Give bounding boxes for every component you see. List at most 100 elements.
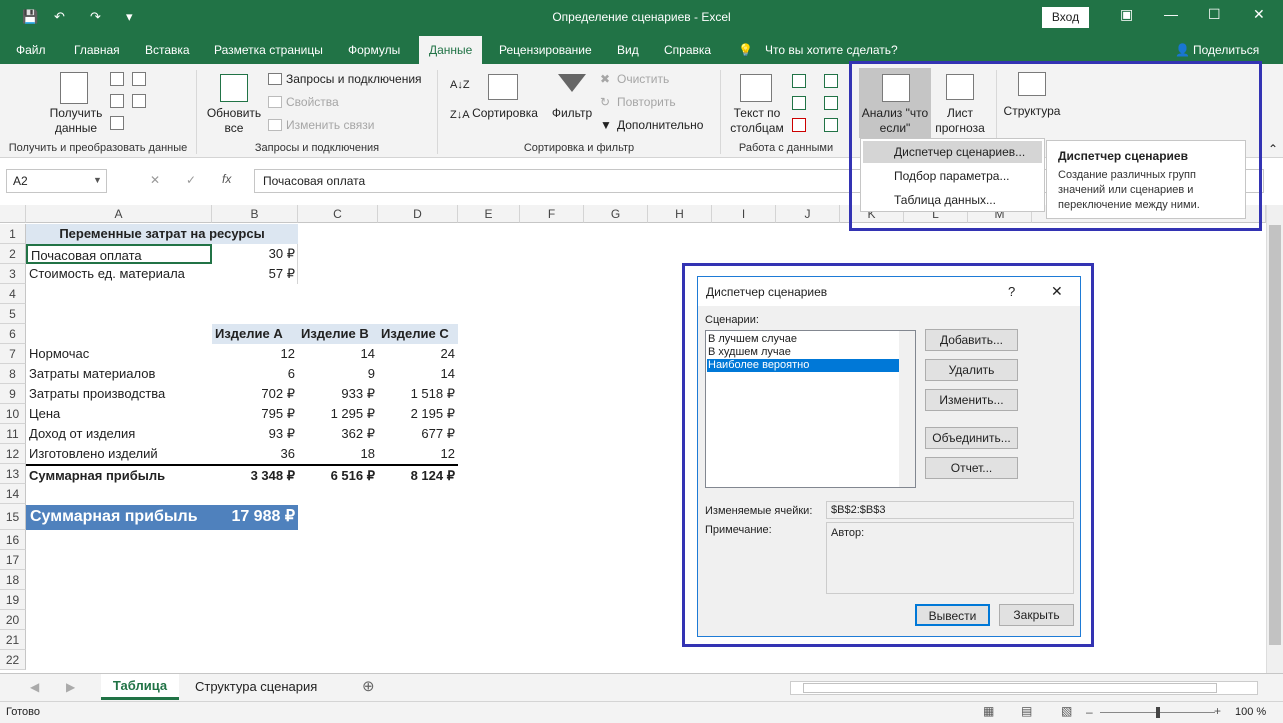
zoom-in-icon[interactable]: + [1214,704,1221,718]
row-header[interactable]: 22 [0,650,26,670]
table-cell[interactable]: 14 [298,344,378,364]
row-header[interactable]: 8 [0,364,26,384]
sort-button[interactable]: Сортировка [470,106,540,121]
column-header[interactable]: H [648,205,712,223]
merge-button[interactable]: Объединить... [925,427,1018,449]
add-sheet-icon[interactable]: ⊕ [362,677,375,695]
row-header[interactable]: 19 [0,590,26,610]
text-to-columns-button[interactable]: Текст по столбцам [726,106,788,136]
tab-data[interactable]: Данные [419,36,483,64]
scroll-left-icon[interactable]: ◀ [30,680,39,694]
minimize-icon[interactable]: — [1164,6,1178,22]
table-cell[interactable]: 36 [212,444,298,464]
get-data-button[interactable]: Получить данные [44,106,108,136]
zoom-level[interactable]: 100 % [1235,706,1266,718]
row-header[interactable]: 1 [0,224,26,244]
column-header[interactable]: E [458,205,520,223]
row-header[interactable]: 15 [0,504,26,530]
report-button[interactable]: Отчет... [925,457,1018,479]
row-header[interactable]: 17 [0,550,26,570]
edit-links-button[interactable]: Изменить связи [286,118,374,133]
row-header[interactable]: 18 [0,570,26,590]
scenarios-list[interactable]: В лучшем случае В худшем лучае Наиболее … [705,330,916,488]
table-row-label[interactable]: Изготовлено изделий [26,444,212,464]
row-header[interactable]: 7 [0,344,26,364]
tab-help[interactable]: Справка [664,43,711,57]
page-layout-view-icon[interactable]: ▤ [1021,704,1032,718]
table-cell[interactable]: 677 ₽ [378,424,458,444]
cell-B2[interactable]: 30 ₽ [212,244,298,264]
table-cell[interactable]: 702 ₽ [212,384,298,404]
table-cell[interactable]: 6 516 ₽ [298,466,378,486]
data-validation-icon[interactable] [792,118,806,132]
from-web-icon[interactable] [110,94,124,108]
tab-view[interactable]: Вид [617,43,639,57]
vertical-scrollbar-track[interactable] [1266,205,1283,673]
add-button[interactable]: Добавить... [925,329,1018,351]
close-icon[interactable]: ✕ [1253,6,1265,23]
column-header[interactable]: A [26,205,212,223]
table-cell[interactable]: 933 ₽ [298,384,378,404]
table-row-label[interactable]: Затраты материалов [26,364,212,384]
table-cell[interactable]: 2 195 ₽ [378,404,458,424]
normal-view-icon[interactable]: ▦ [983,704,994,718]
table-cell[interactable]: 3 348 ₽ [212,466,298,486]
cell-A2-selected[interactable]: Почасовая оплата [26,244,212,264]
row-header[interactable]: 11 [0,424,26,444]
row-header[interactable]: 9 [0,384,26,404]
tab-home[interactable]: Главная [74,43,120,57]
reapply-button[interactable]: Повторить [617,95,676,110]
column-header[interactable]: B [212,205,298,223]
recent-sources-icon[interactable] [132,72,146,86]
list-scrollbar[interactable] [899,331,915,487]
cell-B3[interactable]: 57 ₽ [212,264,298,284]
maximize-icon[interactable]: ☐ [1208,6,1221,23]
table-cell[interactable]: 18 [298,444,378,464]
clear-button[interactable]: Очистить [617,72,669,87]
tab-review[interactable]: Рецензирование [499,43,592,57]
grand-total-value[interactable]: 17 988 ₽ [212,507,298,527]
tell-me-input[interactable]: Что вы хотите сделать? [765,43,898,57]
table-row-label[interactable]: Цена [26,404,212,424]
row-header[interactable]: 13 [0,464,26,484]
consolidate-icon[interactable] [824,74,838,88]
row-header[interactable]: 12 [0,444,26,464]
name-box[interactable]: A2 [6,169,107,193]
table-row-label[interactable]: Нормочас [26,344,212,364]
list-item[interactable]: В худшем лучае [708,346,791,358]
ribbon-options-icon[interactable]: ▣ [1120,6,1133,23]
cell-A3[interactable]: Стоимость ед. материала [26,264,212,284]
delete-button[interactable]: Удалить [925,359,1018,381]
table-header[interactable]: Изделие B [298,324,378,344]
tab-page-layout[interactable]: Разметка страницы [214,43,323,57]
tab-formulas[interactable]: Формулы [348,43,400,57]
table-cell[interactable]: 12 [378,444,458,464]
table-row-label[interactable]: Затраты производства [26,384,212,404]
sheet-tab-active[interactable]: Таблица [101,674,179,700]
select-all-corner[interactable] [0,205,26,223]
row-header[interactable]: 16 [0,530,26,550]
data-model-icon[interactable] [824,118,838,132]
page-break-view-icon[interactable]: ▧ [1061,704,1072,718]
scroll-right-icon[interactable]: ▶ [66,680,75,694]
row-header[interactable]: 6 [0,324,26,344]
edit-button[interactable]: Изменить... [925,389,1018,411]
tab-file[interactable]: Файл [16,43,46,57]
table-cell[interactable]: 6 [212,364,298,384]
dialog-close-icon[interactable]: ✕ [1051,283,1063,300]
login-button[interactable]: Вход [1042,7,1089,28]
existing-connections-icon[interactable] [132,94,146,108]
queries-connections-button[interactable]: Запросы и подключения [286,72,422,87]
table-cell[interactable]: 1 295 ₽ [298,404,378,424]
column-header[interactable]: F [520,205,584,223]
table-cell[interactable]: 1 518 ₽ [378,384,458,404]
from-text-icon[interactable] [110,72,124,86]
name-box-dropdown-icon[interactable]: ▼ [93,175,102,185]
zoom-out-icon[interactable]: – [1086,705,1093,719]
properties-button[interactable]: Свойства [286,95,339,110]
column-header[interactable]: I [712,205,776,223]
tab-insert[interactable]: Вставка [145,43,190,57]
sheet-tab[interactable]: Структура сценария [195,679,317,694]
share-button[interactable]: Поделиться [1193,43,1259,57]
show-button[interactable]: Вывести [915,604,990,626]
